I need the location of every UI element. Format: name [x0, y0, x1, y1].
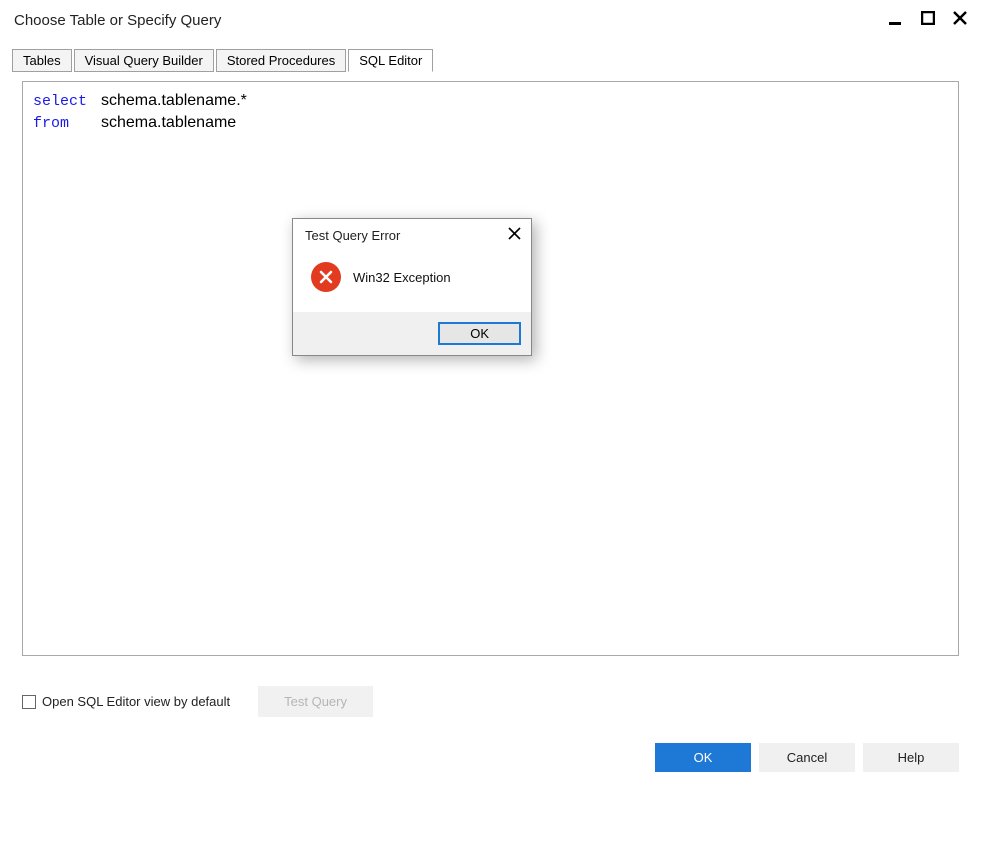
dialog-titlebar: Test Query Error	[293, 219, 531, 248]
sql-editor[interactable]: select schema.tablename.* from schema.ta…	[22, 81, 959, 656]
dialog-footer: OK	[293, 312, 531, 355]
tab-stored-procedures[interactable]: Stored Procedures	[216, 49, 346, 72]
sql-line: select schema.tablename.*	[33, 90, 948, 112]
maximize-icon[interactable]	[921, 11, 935, 29]
dialog-title: Test Query Error	[305, 228, 400, 243]
open-by-default-checkbox[interactable]: Open SQL Editor view by default	[22, 694, 230, 709]
test-query-button: Test Query	[258, 686, 373, 717]
dialog-body: Win32 Exception	[293, 248, 531, 312]
tab-tables[interactable]: Tables	[12, 49, 72, 72]
sql-line: from schema.tablename	[33, 112, 948, 134]
minimize-icon[interactable]	[889, 11, 903, 29]
tab-visual-query-builder[interactable]: Visual Query Builder	[74, 49, 214, 72]
error-dialog: Test Query Error Win32 Exception OK	[292, 218, 532, 356]
dialog-message: Win32 Exception	[353, 270, 451, 285]
titlebar: Choose Table or Specify Query	[0, 0, 981, 40]
options-row: Open SQL Editor view by default Test Que…	[0, 656, 981, 727]
error-icon	[311, 262, 341, 292]
sql-text: schema.tablename	[101, 112, 236, 134]
window-title: Choose Table or Specify Query	[14, 12, 221, 29]
dialog-ok-button[interactable]: OK	[438, 322, 521, 345]
close-icon[interactable]	[953, 11, 967, 29]
sql-keyword-from: from	[33, 114, 93, 134]
open-by-default-label: Open SQL Editor view by default	[42, 694, 230, 709]
ok-button[interactable]: OK	[655, 743, 751, 772]
tab-sql-editor[interactable]: SQL Editor	[348, 49, 433, 72]
help-button[interactable]: Help	[863, 743, 959, 772]
footer-buttons: OK Cancel Help	[0, 727, 981, 772]
tab-bar: Tables Visual Query Builder Stored Proce…	[0, 48, 981, 71]
cancel-button[interactable]: Cancel	[759, 743, 855, 772]
window-controls	[889, 11, 967, 29]
sql-text: schema.tablename.*	[101, 90, 247, 112]
checkbox-icon[interactable]	[22, 695, 36, 709]
sql-keyword-select: select	[33, 92, 93, 112]
dialog-close-icon[interactable]	[508, 227, 521, 244]
